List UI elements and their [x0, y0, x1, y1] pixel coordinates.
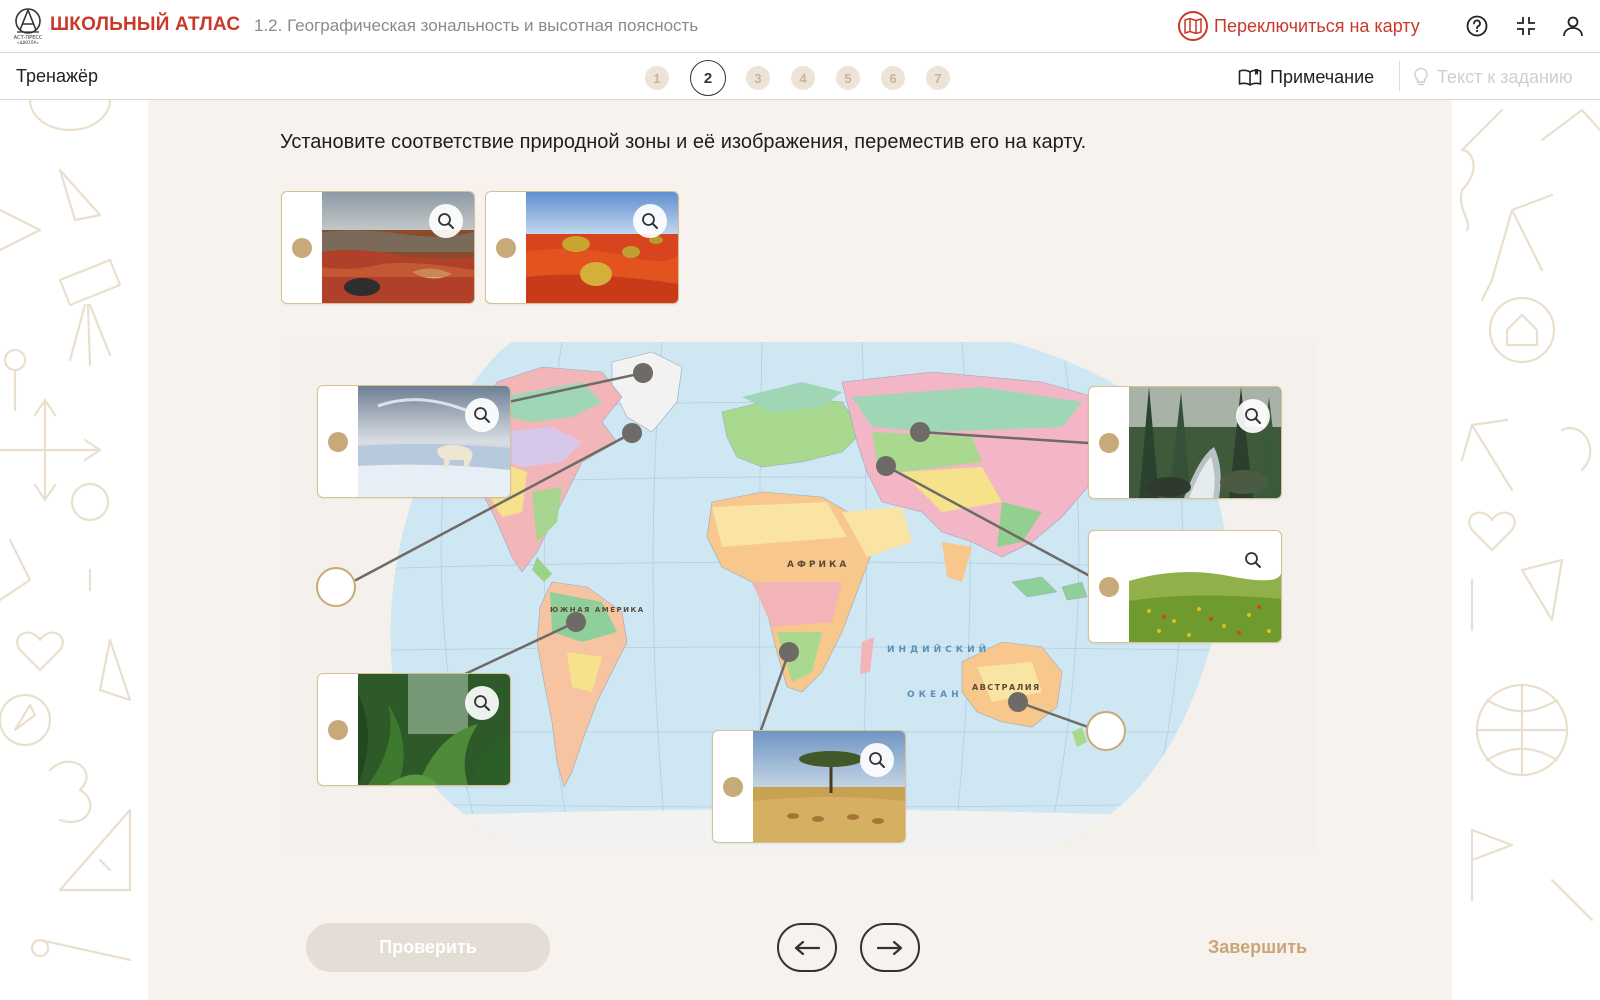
trainer-toolbar: Тренажёр 1 2 3 4 5 6 7 Примечание Текст … — [0, 53, 1600, 100]
next-button[interactable] — [860, 923, 920, 972]
map-icon — [1178, 11, 1208, 41]
zoom-icon[interactable] — [860, 743, 894, 777]
step-4[interactable]: 4 — [791, 66, 815, 90]
lesson-title: 1.2. Географическая зональность и высотн… — [254, 16, 699, 35]
drag-handle[interactable] — [328, 720, 348, 740]
taiga-photo-card[interactable] — [1088, 386, 1282, 499]
steppe-photo-card[interactable] — [1088, 530, 1282, 643]
collapse-icon[interactable] — [1512, 12, 1540, 40]
zoom-icon[interactable] — [465, 686, 499, 720]
switch-to-map-button[interactable]: Переключиться на карту — [1178, 9, 1420, 43]
empty-drop-target[interactable] — [1086, 711, 1126, 751]
drag-handle[interactable] — [1099, 577, 1119, 597]
help-icon[interactable] — [1463, 12, 1491, 40]
user-icon[interactable] — [1559, 12, 1587, 40]
prev-button[interactable] — [777, 923, 837, 972]
zoom-icon[interactable] — [1236, 399, 1270, 433]
task-instruction: Установите соответствие природной зоны и… — [280, 131, 1087, 153]
step-5[interactable]: 5 — [836, 66, 860, 90]
arrow-right-icon — [877, 940, 903, 955]
toolbar-divider — [1399, 61, 1400, 91]
task-text-button[interactable]: Текст к заданию — [1413, 63, 1572, 91]
background-doodles-right — [1459, 108, 1600, 922]
book-icon — [1238, 69, 1262, 86]
australia-label: АВСТРАЛИЯ — [972, 683, 1041, 692]
drag-handle[interactable] — [496, 238, 516, 258]
tundra-photo-card[interactable] — [281, 191, 475, 304]
africa-label: АФРИКА — [787, 560, 849, 570]
switch-to-map-label: Переключиться на карту — [1214, 15, 1420, 36]
note-button[interactable]: Примечание — [1238, 63, 1374, 91]
ocean-label: ОКЕАН — [907, 690, 963, 700]
background-doodles-left — [0, 100, 132, 962]
app-name[interactable]: ШКОЛЬНЫЙ АТЛАС — [50, 14, 240, 36]
south-america-label: ЮЖНАЯ АМЕРИКА — [550, 606, 645, 614]
arctic-desert-photo-card[interactable] — [317, 385, 511, 498]
lightbulb-icon — [1414, 67, 1428, 86]
step-2[interactable]: 2 — [690, 60, 726, 96]
desert-photo-card[interactable] — [485, 191, 679, 304]
drag-handle[interactable] — [328, 432, 348, 452]
step-7[interactable]: 7 — [926, 66, 950, 90]
savanna-photo-card[interactable] — [712, 730, 906, 843]
drag-handle[interactable] — [723, 777, 743, 797]
zoom-icon[interactable] — [1236, 543, 1270, 577]
zoom-icon[interactable] — [465, 398, 499, 432]
trainer-title: Тренажёр — [16, 66, 99, 86]
zoom-icon[interactable] — [633, 204, 667, 238]
empty-drop-target[interactable] — [316, 567, 356, 607]
indian-ocean-label: ИНДИЙСКИЙ — [887, 643, 990, 655]
zoom-icon[interactable] — [429, 204, 463, 238]
note-label: Примечание — [1270, 66, 1375, 87]
rainforest-photo-card[interactable] — [317, 673, 511, 786]
logo-caption-bottom: «ШКОЛА» — [17, 40, 39, 45]
arrow-left-icon — [794, 940, 820, 955]
logo-icon[interactable]: АСТ-ПРЕСС «ШКОЛА» — [11, 7, 45, 45]
step-3[interactable]: 3 — [746, 66, 770, 90]
task-text-label: Текст к заданию — [1437, 66, 1573, 87]
step-1[interactable]: 1 — [645, 66, 669, 90]
top-header: АСТ-ПРЕСС «ШКОЛА» ШКОЛЬНЫЙ АТЛАС 1.2. Ге… — [0, 0, 1600, 53]
finish-button[interactable]: Завершить — [1208, 937, 1307, 958]
drag-handle[interactable] — [292, 238, 312, 258]
drag-handle[interactable] — [1099, 433, 1119, 453]
step-6[interactable]: 6 — [881, 66, 905, 90]
check-button[interactable]: Проверить — [306, 923, 550, 972]
